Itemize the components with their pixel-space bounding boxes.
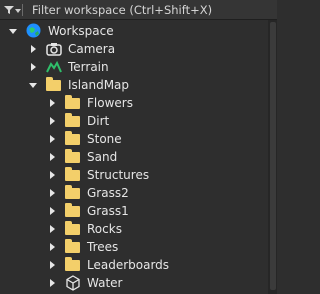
tree-item-label: Water <box>87 276 123 290</box>
expand-arrow-icon[interactable] <box>48 189 56 197</box>
tree-item-camera[interactable]: Camera <box>29 40 115 58</box>
tree-item-folder[interactable]: Grass2 <box>48 184 129 202</box>
tree-item-label: Structures <box>87 168 150 182</box>
folder-icon <box>65 149 81 164</box>
workspace-icon <box>26 23 42 38</box>
tree-item-label: Stone <box>87 132 122 146</box>
tree-item-label: Sand <box>87 150 118 164</box>
expand-arrow-icon[interactable] <box>48 135 56 143</box>
folder-icon <box>65 113 81 128</box>
tree-item-label: Trees <box>87 240 119 254</box>
tree-item-label: Workspace <box>48 24 114 38</box>
folder-icon <box>65 221 81 236</box>
tree-item-islandmap[interactable]: IslandMap <box>29 76 129 94</box>
camera-icon <box>46 42 62 56</box>
tree-item-folder[interactable]: Trees <box>48 238 118 256</box>
expand-arrow-icon[interactable] <box>48 153 56 161</box>
expand-arrow-icon[interactable] <box>48 225 56 233</box>
expand-arrow-icon[interactable] <box>29 45 37 53</box>
expand-arrow-icon[interactable] <box>48 243 56 251</box>
expand-arrow-icon[interactable] <box>48 207 56 215</box>
tree-item-folder[interactable]: Dirt <box>48 112 109 130</box>
filter-dropdown-icon[interactable] <box>15 8 21 13</box>
tree-item-label: Grass1 <box>87 204 129 218</box>
tree-item-label: Leaderboards <box>87 258 170 272</box>
tree-item-label: Rocks <box>87 222 122 236</box>
tree-item-label: Terrain <box>68 60 109 74</box>
tree-item-folder[interactable]: Leaderboards <box>48 256 169 274</box>
tree-item-water[interactable]: Water <box>48 274 122 292</box>
folder-icon <box>65 185 81 200</box>
folder-icon <box>65 131 81 146</box>
filter-bar: Filter workspace (Ctrl+Shift+X) <box>0 0 277 20</box>
scrollbar-thumb[interactable] <box>270 22 276 290</box>
expand-arrow-icon[interactable] <box>48 171 56 179</box>
filter-input[interactable]: Filter workspace (Ctrl+Shift+X) <box>32 3 212 17</box>
filter-icon[interactable] <box>4 3 21 17</box>
tree-item-label: Camera <box>68 42 116 56</box>
collapse-arrow-icon[interactable] <box>29 81 37 89</box>
expand-arrow-icon[interactable] <box>48 279 56 287</box>
part-icon <box>65 275 81 291</box>
tree-item-label: Flowers <box>87 96 133 110</box>
folder-icon <box>65 95 81 110</box>
tree-item-label: Grass2 <box>87 186 129 200</box>
tree-item-folder[interactable]: Sand <box>48 148 117 166</box>
expand-arrow-icon[interactable] <box>48 261 56 269</box>
tree-item-label: IslandMap <box>68 78 130 92</box>
tree-item-label: Dirt <box>87 114 110 128</box>
collapse-arrow-icon[interactable] <box>9 27 17 35</box>
expand-arrow-icon[interactable] <box>48 117 56 125</box>
scrollbar[interactable] <box>268 20 277 294</box>
divider <box>22 4 23 16</box>
tree-item-folder[interactable]: Rocks <box>48 220 122 238</box>
tree-item-folder[interactable]: Flowers <box>48 94 133 112</box>
folder-icon <box>65 167 81 182</box>
folder-icon <box>65 203 81 218</box>
tree-item-folder[interactable]: Grass1 <box>48 202 129 220</box>
tree-item-workspace[interactable]: Workspace <box>9 22 114 40</box>
tree-item-folder[interactable]: Stone <box>48 130 122 148</box>
folder-icon <box>46 77 62 92</box>
folder-icon <box>65 239 81 254</box>
tree-item-terrain[interactable]: Terrain <box>29 58 109 76</box>
tree-item-folder[interactable]: Structures <box>48 166 149 184</box>
folder-icon <box>65 257 81 272</box>
expand-arrow-icon[interactable] <box>48 99 56 107</box>
expand-arrow-icon[interactable] <box>29 63 37 71</box>
terrain-icon <box>46 60 62 74</box>
